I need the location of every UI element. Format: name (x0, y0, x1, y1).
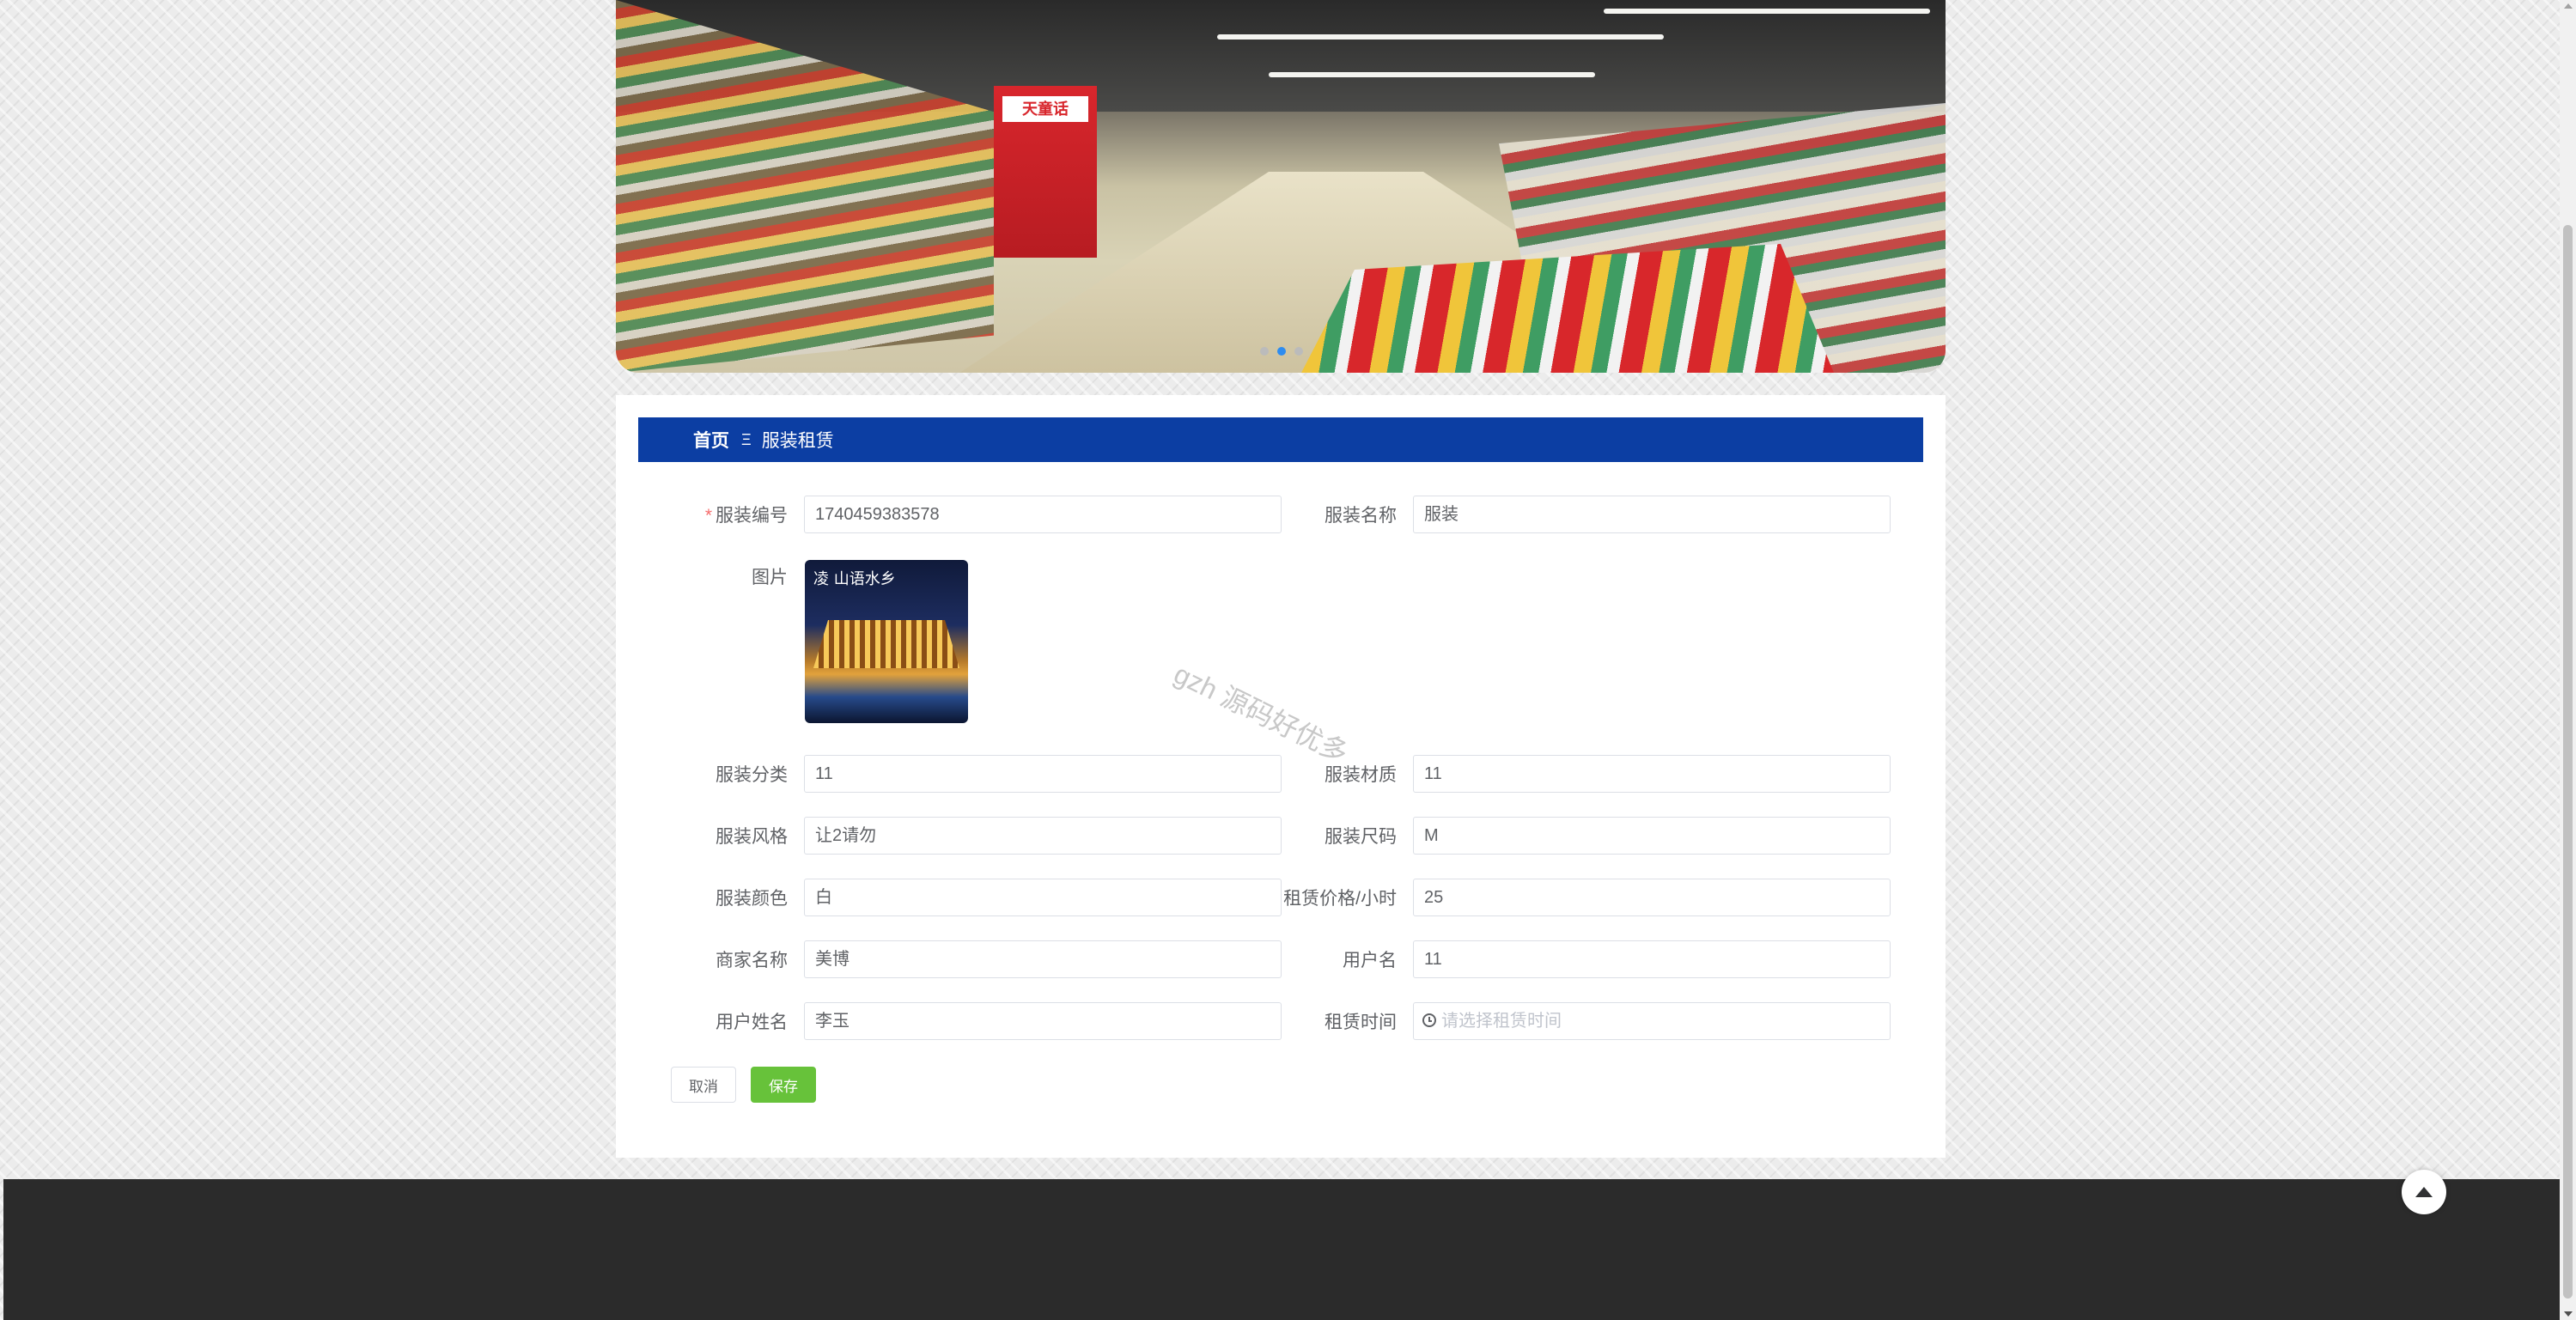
clock-icon (1422, 1013, 1436, 1027)
clothing-no-label: * 服装编号 (704, 506, 788, 526)
real-name-label: 用户姓名 (716, 1013, 788, 1032)
clothing-name-label: 服装名称 (1325, 506, 1397, 526)
rent-time-label: 租赁时间 (1325, 1013, 1397, 1032)
required-asterisk: * (704, 506, 712, 526)
category-input[interactable]: 11 (804, 755, 1282, 793)
category-label: 服装分类 (716, 765, 788, 785)
breadcrumb: 首页 Ξ 服装租赁 (638, 417, 1923, 462)
banner-carousel[interactable]: 天童话 (616, 0, 1946, 373)
size-label: 服装尺码 (1325, 827, 1397, 847)
scroll-up-arrow-icon[interactable] (2564, 3, 2573, 9)
image-script-text: 凌 山语水乡 (813, 570, 896, 588)
vertical-scrollbar[interactable] (2560, 0, 2576, 1320)
store-sign: 天童话 (1002, 96, 1088, 122)
price-label: 租赁价格/小时 (1283, 889, 1397, 909)
content-card: 首页 Ξ 服装租赁 * 服装编号 1740459383578 服装名称 服装 图片… (616, 395, 1946, 1158)
carousel-dot-active[interactable] (1277, 347, 1286, 356)
material-label: 服装材质 (1325, 765, 1397, 785)
username-input[interactable]: 11 (1413, 940, 1891, 978)
banner-endcap: 天童话 (994, 86, 1097, 258)
color-input[interactable]: 白 (804, 879, 1282, 916)
real-name-input[interactable]: 李玉 (804, 1002, 1282, 1040)
ceiling-light (1604, 9, 1930, 14)
material-input[interactable]: 11 (1413, 755, 1891, 793)
save-button[interactable]: 保存 (751, 1067, 816, 1103)
breadcrumb-separator-icon: Ξ (741, 430, 752, 448)
style-input[interactable]: 让2请勿 (804, 817, 1282, 855)
color-label: 服装颜色 (716, 889, 788, 909)
breadcrumb-home[interactable]: 首页 (693, 427, 729, 453)
merchant-input[interactable]: 美博 (804, 940, 1282, 978)
username-label: 用户名 (1343, 951, 1397, 970)
breadcrumb-current: 服装租赁 (761, 431, 834, 451)
carousel-dot[interactable] (1260, 347, 1269, 356)
merchant-label: 商家名称 (716, 951, 788, 970)
arrow-up-icon (2415, 1187, 2433, 1197)
image-label: 图片 (752, 568, 788, 587)
cancel-button[interactable]: 取消 (671, 1067, 736, 1103)
ceiling-light (1217, 34, 1664, 40)
rent-time-placeholder: 请选择租赁时间 (1441, 1012, 1562, 1031)
clothing-image[interactable]: 凌 山语水乡 (805, 560, 968, 723)
back-to-top-button[interactable] (2402, 1170, 2446, 1214)
style-label: 服装风格 (716, 827, 788, 847)
scroll-down-arrow-icon[interactable] (2564, 1311, 2573, 1317)
image-building (813, 620, 959, 668)
price-input[interactable]: 25 (1413, 879, 1891, 916)
clothing-no-input[interactable]: 1740459383578 (804, 496, 1282, 533)
scrollbar-thumb[interactable] (2563, 225, 2573, 1299)
page-footer (3, 1179, 2560, 1320)
ceiling-light (1269, 72, 1595, 77)
size-input[interactable]: M (1413, 817, 1891, 855)
rent-time-picker[interactable]: 请选择租赁时间 (1413, 1002, 1891, 1040)
clothing-name-input[interactable]: 服装 (1413, 496, 1891, 533)
carousel-dot[interactable] (1294, 347, 1303, 356)
carousel-indicators (1260, 347, 1303, 356)
